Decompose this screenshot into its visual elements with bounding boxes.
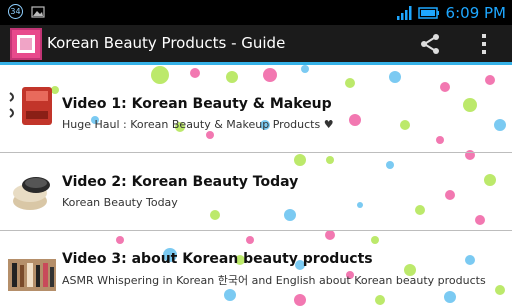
image-icon <box>31 5 45 18</box>
status-left: 34 <box>8 4 45 19</box>
video-title: Video 2: Korean Beauty Today <box>62 174 299 190</box>
video-subtitle: Korean Beauty Today <box>62 196 178 209</box>
video-list: Video 1: Korean Beauty & Makeup Huge Hau… <box>0 65 512 307</box>
app-title: Korean Beauty Products - Guide <box>47 34 286 52</box>
action-bar: Korean Beauty Products - Guide <box>0 25 512 62</box>
status-bar: 34 6:09 PM <box>0 0 512 25</box>
list-item-video-1[interactable]: Video 1: Korean Beauty & Makeup Huge Hau… <box>0 65 512 143</box>
video-title: Video 3: about Korean beauty products <box>62 251 373 267</box>
share-icon[interactable] <box>418 32 442 56</box>
status-right: 6:09 PM <box>396 0 506 25</box>
video-title: Video 1: Korean Beauty & Makeup <box>62 96 332 112</box>
video-thumbnail <box>8 259 56 291</box>
battery-icon <box>417 6 439 19</box>
list-item-video-3[interactable]: Video 3: about Korean beauty products AS… <box>0 231 512 307</box>
notification-count-icon: 34 <box>8 4 23 19</box>
video-subtitle: Huge Haul : Korean Beauty & Makeup Produ… <box>62 118 334 131</box>
video-thumbnail <box>9 87 52 125</box>
signal-icon <box>396 5 412 20</box>
video-thumbnail <box>13 177 50 210</box>
video-subtitle: ASMR Whispering in Korean 한국어 and Englis… <box>62 274 486 287</box>
app-icon[interactable] <box>10 28 42 60</box>
list-item-video-2[interactable]: Video 2: Korean Beauty Today Korean Beau… <box>0 153 512 231</box>
status-time: 6:09 PM <box>445 3 506 22</box>
overflow-menu-icon[interactable] <box>480 33 488 55</box>
